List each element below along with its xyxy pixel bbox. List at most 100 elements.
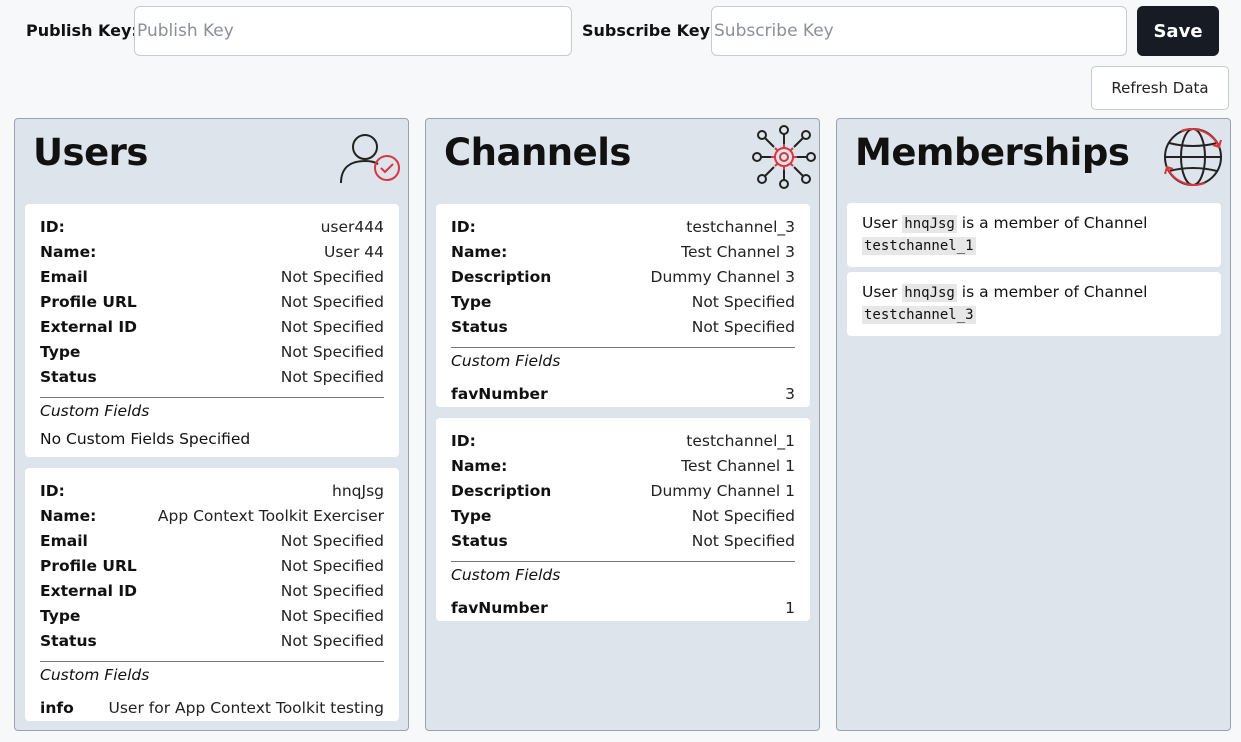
field-label: Type (40, 606, 81, 625)
field-value: User for App Context Toolkit testing (108, 698, 384, 717)
field-value: App Context Toolkit Exerciser (157, 506, 384, 525)
field-value: Not Specified (280, 606, 384, 625)
custom-fields-title: Custom Fields (40, 402, 150, 420)
field-value: Not Specified (691, 317, 795, 336)
field-row: Email Not Specified (40, 528, 384, 553)
field-row: Status Not Specified (40, 364, 384, 389)
field-row: Status Not Specified (451, 528, 795, 553)
field-label: Profile URL (40, 556, 137, 575)
membership-middle: is a member of Channel (961, 283, 1148, 301)
subscribe-key-input[interactable] (711, 6, 1127, 56)
network-gear-icon (752, 125, 816, 189)
custom-fields-title: Custom Fields (451, 566, 561, 584)
field-label: Type (451, 292, 492, 311)
field-value: Not Specified (280, 367, 384, 386)
field-row: Type Not Specified (451, 289, 795, 314)
membership-item: User hnqJsg is a member of Channel testc… (847, 272, 1221, 336)
field-label: Status (40, 367, 97, 386)
field-label: Profile URL (40, 292, 137, 311)
field-value: Test Channel 3 (681, 242, 795, 261)
field-value: Not Specified (280, 342, 384, 361)
subscribe-key-label: Subscribe Key: (582, 21, 717, 40)
field-value: 3 (785, 384, 795, 403)
custom-fields-divider (40, 661, 384, 662)
custom-fields-divider (40, 397, 384, 398)
field-value: hnqJsg (332, 481, 384, 500)
field-label: ID: (40, 217, 65, 236)
field-label: Type (451, 506, 492, 525)
field-label: info (40, 698, 74, 717)
field-label: External ID (40, 581, 137, 600)
publish-key-input[interactable] (134, 6, 572, 56)
field-value: Not Specified (691, 292, 795, 311)
users-title: Users (33, 131, 148, 174)
field-label: External ID (40, 317, 137, 336)
channel-card: ID: testchannel_1 Name: Test Channel 1 Descr… (436, 418, 810, 621)
custom-fields-divider (451, 347, 795, 348)
field-label: Email (40, 531, 88, 550)
no-custom-fields-text: No Custom Fields Specified (40, 430, 251, 448)
custom-fields-title: Custom Fields (40, 666, 150, 684)
channels-panel: Channels ID: testchannel_3 Name: Test Ch… (425, 118, 820, 731)
field-row: Description Dummy Channel 3 (451, 264, 795, 289)
membership-item: User hnqJsg is a member of Channel testc… (847, 203, 1221, 267)
field-row: Description Dummy Channel 1 (451, 478, 795, 503)
field-value: Dummy Channel 1 (650, 481, 795, 500)
field-row: Type Not Specified (451, 503, 795, 528)
save-button[interactable]: Save (1137, 6, 1219, 56)
users-panel: Users ID: user444 Name: User 44 Email Not Spe… (14, 118, 409, 731)
field-row: Status Not Specified (451, 314, 795, 339)
field-value: Not Specified (280, 631, 384, 650)
membership-user-id: hnqJsg (902, 284, 957, 302)
channels-title: Channels (444, 131, 631, 174)
field-value: Not Specified (280, 292, 384, 311)
key-config-bar: Publish Key: Subscribe Key: Save (0, 0, 1241, 60)
refresh-data-button[interactable]: Refresh Data (1091, 66, 1229, 110)
field-label: Status (451, 531, 508, 550)
field-row: Name: User 44 (40, 239, 384, 264)
field-row: ID: hnqJsg (40, 478, 384, 503)
membership-channel-id: testchannel_3 (862, 306, 976, 324)
field-label: Description (451, 267, 552, 286)
membership-middle: is a member of Channel (961, 214, 1148, 232)
field-value: Not Specified (280, 267, 384, 286)
field-value: User 44 (324, 242, 384, 261)
field-value: testchannel_3 (686, 217, 795, 236)
custom-fields-divider (451, 561, 795, 562)
field-label: Name: (451, 242, 508, 261)
field-row: Type Not Specified (40, 603, 384, 628)
channel-card: ID: testchannel_3 Name: Test Channel 3 Descr… (436, 204, 810, 407)
field-row: External ID Not Specified (40, 578, 384, 603)
field-label: Name: (451, 456, 508, 475)
field-label: Name: (40, 506, 97, 525)
field-value: user444 (320, 217, 384, 236)
memberships-title: Memberships (855, 131, 1130, 174)
membership-prefix: User (862, 283, 898, 301)
publish-key-label: Publish Key: (26, 21, 138, 40)
field-label: Email (40, 267, 88, 286)
field-value: Not Specified (280, 556, 384, 575)
field-row: ID: testchannel_1 (451, 428, 795, 453)
field-row: Profile URL Not Specified (40, 289, 384, 314)
field-value: Not Specified (280, 317, 384, 336)
custom-fields-title: Custom Fields (451, 352, 561, 370)
user-check-icon (340, 134, 400, 184)
field-label: Description (451, 481, 552, 500)
field-label: ID: (40, 481, 65, 500)
field-row: Profile URL Not Specified (40, 553, 384, 578)
field-label: favNumber (451, 598, 548, 617)
field-row: Name: Test Channel 1 (451, 453, 795, 478)
field-value: Test Channel 1 (681, 456, 795, 475)
field-row: Status Not Specified (40, 628, 384, 653)
field-row: Email Not Specified (40, 264, 384, 289)
field-row: ID: testchannel_3 (451, 214, 795, 239)
field-row: ID: user444 (40, 214, 384, 239)
user-card: ID: hnqJsg Name: App Context Toolkit Exerci… (25, 468, 399, 721)
globe-sync-icon (1164, 128, 1222, 186)
field-label: Status (40, 631, 97, 650)
field-label: Type (40, 342, 81, 361)
field-row: Type Not Specified (40, 339, 384, 364)
field-label: Status (451, 317, 508, 336)
user-card: ID: user444 Name: User 44 Email Not Specified… (25, 204, 399, 457)
membership-user-id: hnqJsg (902, 215, 957, 233)
